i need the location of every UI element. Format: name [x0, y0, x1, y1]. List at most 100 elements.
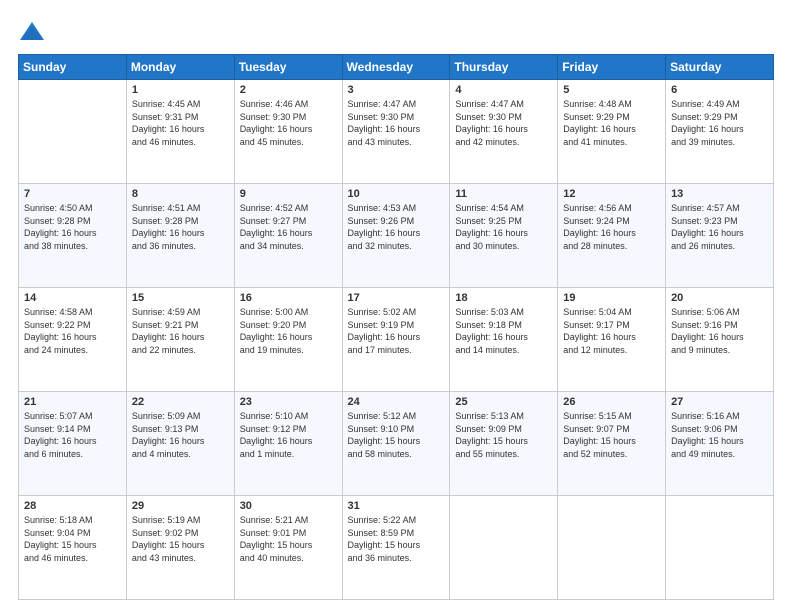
header-cell-monday: Monday [126, 55, 234, 80]
logo-icon [18, 18, 46, 46]
day-number: 5 [563, 84, 660, 96]
day-number: 19 [563, 292, 660, 304]
day-cell: 15 Sunrise: 4:59 AM Sunset: 9:21 PM Dayli… [126, 288, 234, 392]
day-info: Sunrise: 4:46 AM Sunset: 9:30 PM Dayligh… [240, 98, 337, 148]
week-row-4: 21Sunrise: 5:07 AM Sunset: 9:14 PM Dayli… [19, 392, 774, 496]
day-cell: 5 Sunrise: 4:48 AM Sunset: 9:29 PM Daylig… [558, 80, 666, 184]
header-cell-saturday: Saturday [666, 55, 774, 80]
day-cell: 13 Sunrise: 4:57 AM Sunset: 9:23 PM Dayli… [666, 184, 774, 288]
day-cell: 2Sunrise: 4:46 AM Sunset: 9:30 PM Daylig… [234, 80, 342, 184]
day-number: 29 [132, 500, 229, 512]
day-info: Sunrise: 4:57 AM Sunset: 9:23 PM Dayligh… [671, 202, 768, 252]
header [18, 18, 774, 46]
day-info: Sunrise: 5:04 AM Sunset: 9:17 PM Dayligh… [563, 306, 660, 356]
day-number: 10 [348, 188, 445, 200]
day-cell [666, 496, 774, 600]
header-cell-friday: Friday [558, 55, 666, 80]
day-cell: 27 Sunrise: 5:16 AM Sunset: 9:06 PM Dayli… [666, 392, 774, 496]
day-cell: 12Sunrise: 4:56 AM Sunset: 9:24 PM Dayli… [558, 184, 666, 288]
day-cell: 16 Sunrise: 5:00 AM Sunset: 9:20 PM Dayli… [234, 288, 342, 392]
day-cell: 6 Sunrise: 4:49 AM Sunset: 9:29 PM Daylig… [666, 80, 774, 184]
day-info: Sunrise: 4:58 AM Sunset: 9:22 PM Dayligh… [24, 306, 121, 356]
day-info: Sunrise: 5:10 AM Sunset: 9:12 PM Dayligh… [240, 410, 337, 460]
day-number: 6 [671, 84, 768, 96]
day-number: 11 [455, 188, 552, 200]
day-number: 31 [348, 500, 445, 512]
day-number: 14 [24, 292, 121, 304]
logo [18, 18, 50, 46]
day-info: Sunrise: 4:54 AM Sunset: 9:25 PM Dayligh… [455, 202, 552, 252]
day-number: 20 [671, 292, 768, 304]
day-info: Sunrise: 5:22 AM Sunset: 8:59 PM Dayligh… [348, 514, 445, 564]
day-number: 13 [671, 188, 768, 200]
day-info: Sunrise: 5:18 AM Sunset: 9:04 PM Dayligh… [24, 514, 121, 564]
day-info: Sunrise: 5:09 AM Sunset: 9:13 PM Dayligh… [132, 410, 229, 460]
day-cell: 11 Sunrise: 4:54 AM Sunset: 9:25 PM Dayli… [450, 184, 558, 288]
day-number: 24 [348, 396, 445, 408]
day-info: Sunrise: 5:02 AM Sunset: 9:19 PM Dayligh… [348, 306, 445, 356]
day-number: 8 [132, 188, 229, 200]
day-info: Sunrise: 4:47 AM Sunset: 9:30 PM Dayligh… [348, 98, 445, 148]
week-row-1: 1Sunrise: 4:45 AM Sunset: 9:31 PM Daylig… [19, 80, 774, 184]
day-info: Sunrise: 5:16 AM Sunset: 9:06 PM Dayligh… [671, 410, 768, 460]
day-number: 30 [240, 500, 337, 512]
day-number: 28 [24, 500, 121, 512]
day-number: 26 [563, 396, 660, 408]
day-cell: 30 Sunrise: 5:21 AM Sunset: 9:01 PM Dayli… [234, 496, 342, 600]
day-info: Sunrise: 5:06 AM Sunset: 9:16 PM Dayligh… [671, 306, 768, 356]
day-number: 15 [132, 292, 229, 304]
day-cell: 17 Sunrise: 5:02 AM Sunset: 9:19 PM Dayli… [342, 288, 450, 392]
day-number: 9 [240, 188, 337, 200]
day-cell: 24 Sunrise: 5:12 AM Sunset: 9:10 PM Dayli… [342, 392, 450, 496]
day-cell: 7 Sunrise: 4:50 AM Sunset: 9:28 PM Daylig… [19, 184, 127, 288]
day-info: Sunrise: 5:13 AM Sunset: 9:09 PM Dayligh… [455, 410, 552, 460]
day-cell: 4 Sunrise: 4:47 AM Sunset: 9:30 PM Daylig… [450, 80, 558, 184]
day-number: 17 [348, 292, 445, 304]
day-info: Sunrise: 4:59 AM Sunset: 9:21 PM Dayligh… [132, 306, 229, 356]
day-cell: 23Sunrise: 5:10 AM Sunset: 9:12 PM Dayli… [234, 392, 342, 496]
header-cell-tuesday: Tuesday [234, 55, 342, 80]
day-cell: 10 Sunrise: 4:53 AM Sunset: 9:26 PM Dayli… [342, 184, 450, 288]
day-cell: 3 Sunrise: 4:47 AM Sunset: 9:30 PM Daylig… [342, 80, 450, 184]
day-info: Sunrise: 4:52 AM Sunset: 9:27 PM Dayligh… [240, 202, 337, 252]
day-cell: 22Sunrise: 5:09 AM Sunset: 9:13 PM Dayli… [126, 392, 234, 496]
day-number: 1 [132, 84, 229, 96]
day-info: Sunrise: 4:48 AM Sunset: 9:29 PM Dayligh… [563, 98, 660, 148]
day-info: Sunrise: 5:03 AM Sunset: 9:18 PM Dayligh… [455, 306, 552, 356]
day-cell: 31 Sunrise: 5:22 AM Sunset: 8:59 PM Dayli… [342, 496, 450, 600]
day-info: Sunrise: 4:47 AM Sunset: 9:30 PM Dayligh… [455, 98, 552, 148]
header-cell-sunday: Sunday [19, 55, 127, 80]
day-cell: 21Sunrise: 5:07 AM Sunset: 9:14 PM Dayli… [19, 392, 127, 496]
day-number: 25 [455, 396, 552, 408]
day-cell: 29 Sunrise: 5:19 AM Sunset: 9:02 PM Dayli… [126, 496, 234, 600]
day-info: Sunrise: 5:15 AM Sunset: 9:07 PM Dayligh… [563, 410, 660, 460]
day-cell: 26 Sunrise: 5:15 AM Sunset: 9:07 PM Dayli… [558, 392, 666, 496]
day-cell: 28 Sunrise: 5:18 AM Sunset: 9:04 PM Dayli… [19, 496, 127, 600]
day-number: 7 [24, 188, 121, 200]
day-info: Sunrise: 5:19 AM Sunset: 9:02 PM Dayligh… [132, 514, 229, 564]
day-info: Sunrise: 5:21 AM Sunset: 9:01 PM Dayligh… [240, 514, 337, 564]
day-info: Sunrise: 5:12 AM Sunset: 9:10 PM Dayligh… [348, 410, 445, 460]
day-info: Sunrise: 4:53 AM Sunset: 9:26 PM Dayligh… [348, 202, 445, 252]
day-number: 12 [563, 188, 660, 200]
header-cell-thursday: Thursday [450, 55, 558, 80]
page: SundayMondayTuesdayWednesdayThursdayFrid… [0, 0, 792, 612]
day-cell: 25 Sunrise: 5:13 AM Sunset: 9:09 PM Dayli… [450, 392, 558, 496]
header-row: SundayMondayTuesdayWednesdayThursdayFrid… [19, 55, 774, 80]
day-cell: 20 Sunrise: 5:06 AM Sunset: 9:16 PM Dayli… [666, 288, 774, 392]
day-info: Sunrise: 4:49 AM Sunset: 9:29 PM Dayligh… [671, 98, 768, 148]
day-cell: 14 Sunrise: 4:58 AM Sunset: 9:22 PM Dayli… [19, 288, 127, 392]
day-number: 21 [24, 396, 121, 408]
week-row-5: 28 Sunrise: 5:18 AM Sunset: 9:04 PM Dayli… [19, 496, 774, 600]
day-number: 16 [240, 292, 337, 304]
day-number: 18 [455, 292, 552, 304]
day-cell: 19 Sunrise: 5:04 AM Sunset: 9:17 PM Dayli… [558, 288, 666, 392]
day-number: 27 [671, 396, 768, 408]
day-cell [558, 496, 666, 600]
day-cell: 8Sunrise: 4:51 AM Sunset: 9:28 PM Daylig… [126, 184, 234, 288]
day-number: 4 [455, 84, 552, 96]
day-info: Sunrise: 4:50 AM Sunset: 9:28 PM Dayligh… [24, 202, 121, 252]
day-info: Sunrise: 5:00 AM Sunset: 9:20 PM Dayligh… [240, 306, 337, 356]
week-row-2: 7 Sunrise: 4:50 AM Sunset: 9:28 PM Daylig… [19, 184, 774, 288]
day-number: 3 [348, 84, 445, 96]
